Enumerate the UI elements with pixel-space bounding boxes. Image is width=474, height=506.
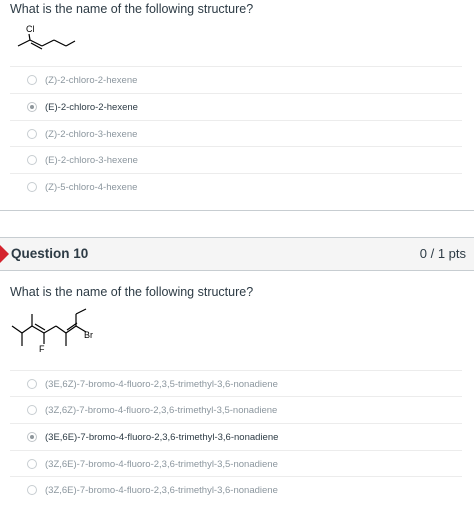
option-label: (3Z,6Z)-7-bromo-4-fluoro-2,3,6-trimethyl… <box>45 404 278 416</box>
question-points: 0 / 1 pts <box>419 246 466 261</box>
radio-button[interactable] <box>27 182 37 192</box>
radio-button-selected[interactable] <box>27 432 37 442</box>
question-separator <box>0 210 474 211</box>
option-row[interactable]: (3Z,6E)-7-bromo-4-fluoro-2,3,6-trimethyl… <box>10 450 462 477</box>
radio-button[interactable] <box>27 75 37 85</box>
option-label: (Z)-2-chloro-3-hexene <box>45 128 138 140</box>
option-label: (E)-2-chloro-2-hexene <box>45 101 138 113</box>
structure-label-cl: Cl <box>26 24 35 34</box>
question-title: Question 10 <box>11 246 89 261</box>
option-label: (E)-2-chloro-3-hexene <box>45 154 138 166</box>
radio-button-selected[interactable] <box>27 102 37 112</box>
radio-button[interactable] <box>27 459 37 469</box>
radio-button[interactable] <box>27 155 37 165</box>
option-row[interactable]: (Z)-5-chloro-4-hexene <box>10 173 462 200</box>
option-row[interactable]: (3E,6E)-7-bromo-4-fluoro-2,3,6-trimethyl… <box>10 423 462 450</box>
option-label: (3E,6Z)-7-bromo-4-fluoro-2,3,5-trimethyl… <box>45 378 278 390</box>
radio-button[interactable] <box>27 405 37 415</box>
structure-label-br: Br <box>84 330 93 340</box>
flag-icon[interactable] <box>0 245 9 263</box>
question-10-prompt: What is the name of the following struct… <box>10 285 254 299</box>
option-row[interactable]: (3Z,6E)-7-bromo-4-fluoro-2,3,6-trimethyl… <box>10 476 462 503</box>
radio-button[interactable] <box>27 485 37 495</box>
option-row[interactable]: (Z)-2-chloro-3-hexene <box>10 120 462 147</box>
option-row[interactable]: (E)-2-chloro-3-hexene <box>10 146 462 173</box>
question-9-structure: Cl <box>17 24 76 50</box>
option-row[interactable]: (Z)-2-chloro-2-hexene <box>10 66 462 93</box>
option-row[interactable]: (3E,6Z)-7-bromo-4-fluoro-2,3,5-trimethyl… <box>10 370 462 397</box>
option-row[interactable]: (3Z,6Z)-7-bromo-4-fluoro-2,3,6-trimethyl… <box>10 396 462 423</box>
question-10-structure: F Br <box>11 308 93 354</box>
option-label: (Z)-5-chloro-4-hexene <box>45 181 138 193</box>
option-label: (3Z,6E)-7-bromo-4-fluoro-2,3,6-trimethyl… <box>45 458 278 470</box>
question-9-prompt: What is the name of the following struct… <box>10 2 254 16</box>
option-row[interactable]: (E)-2-chloro-2-hexene <box>10 93 462 120</box>
question-10-header: Question 10 0 / 1 pts <box>0 237 474 271</box>
option-label: (3Z,6E)-7-bromo-4-fluoro-2,3,6-trimethyl… <box>45 484 278 496</box>
radio-button[interactable] <box>27 129 37 139</box>
structure-label-f: F <box>39 344 45 354</box>
radio-button[interactable] <box>27 379 37 389</box>
option-label: (Z)-2-chloro-2-hexene <box>45 74 138 86</box>
option-label: (3E,6E)-7-bromo-4-fluoro-2,3,6-trimethyl… <box>45 431 279 443</box>
